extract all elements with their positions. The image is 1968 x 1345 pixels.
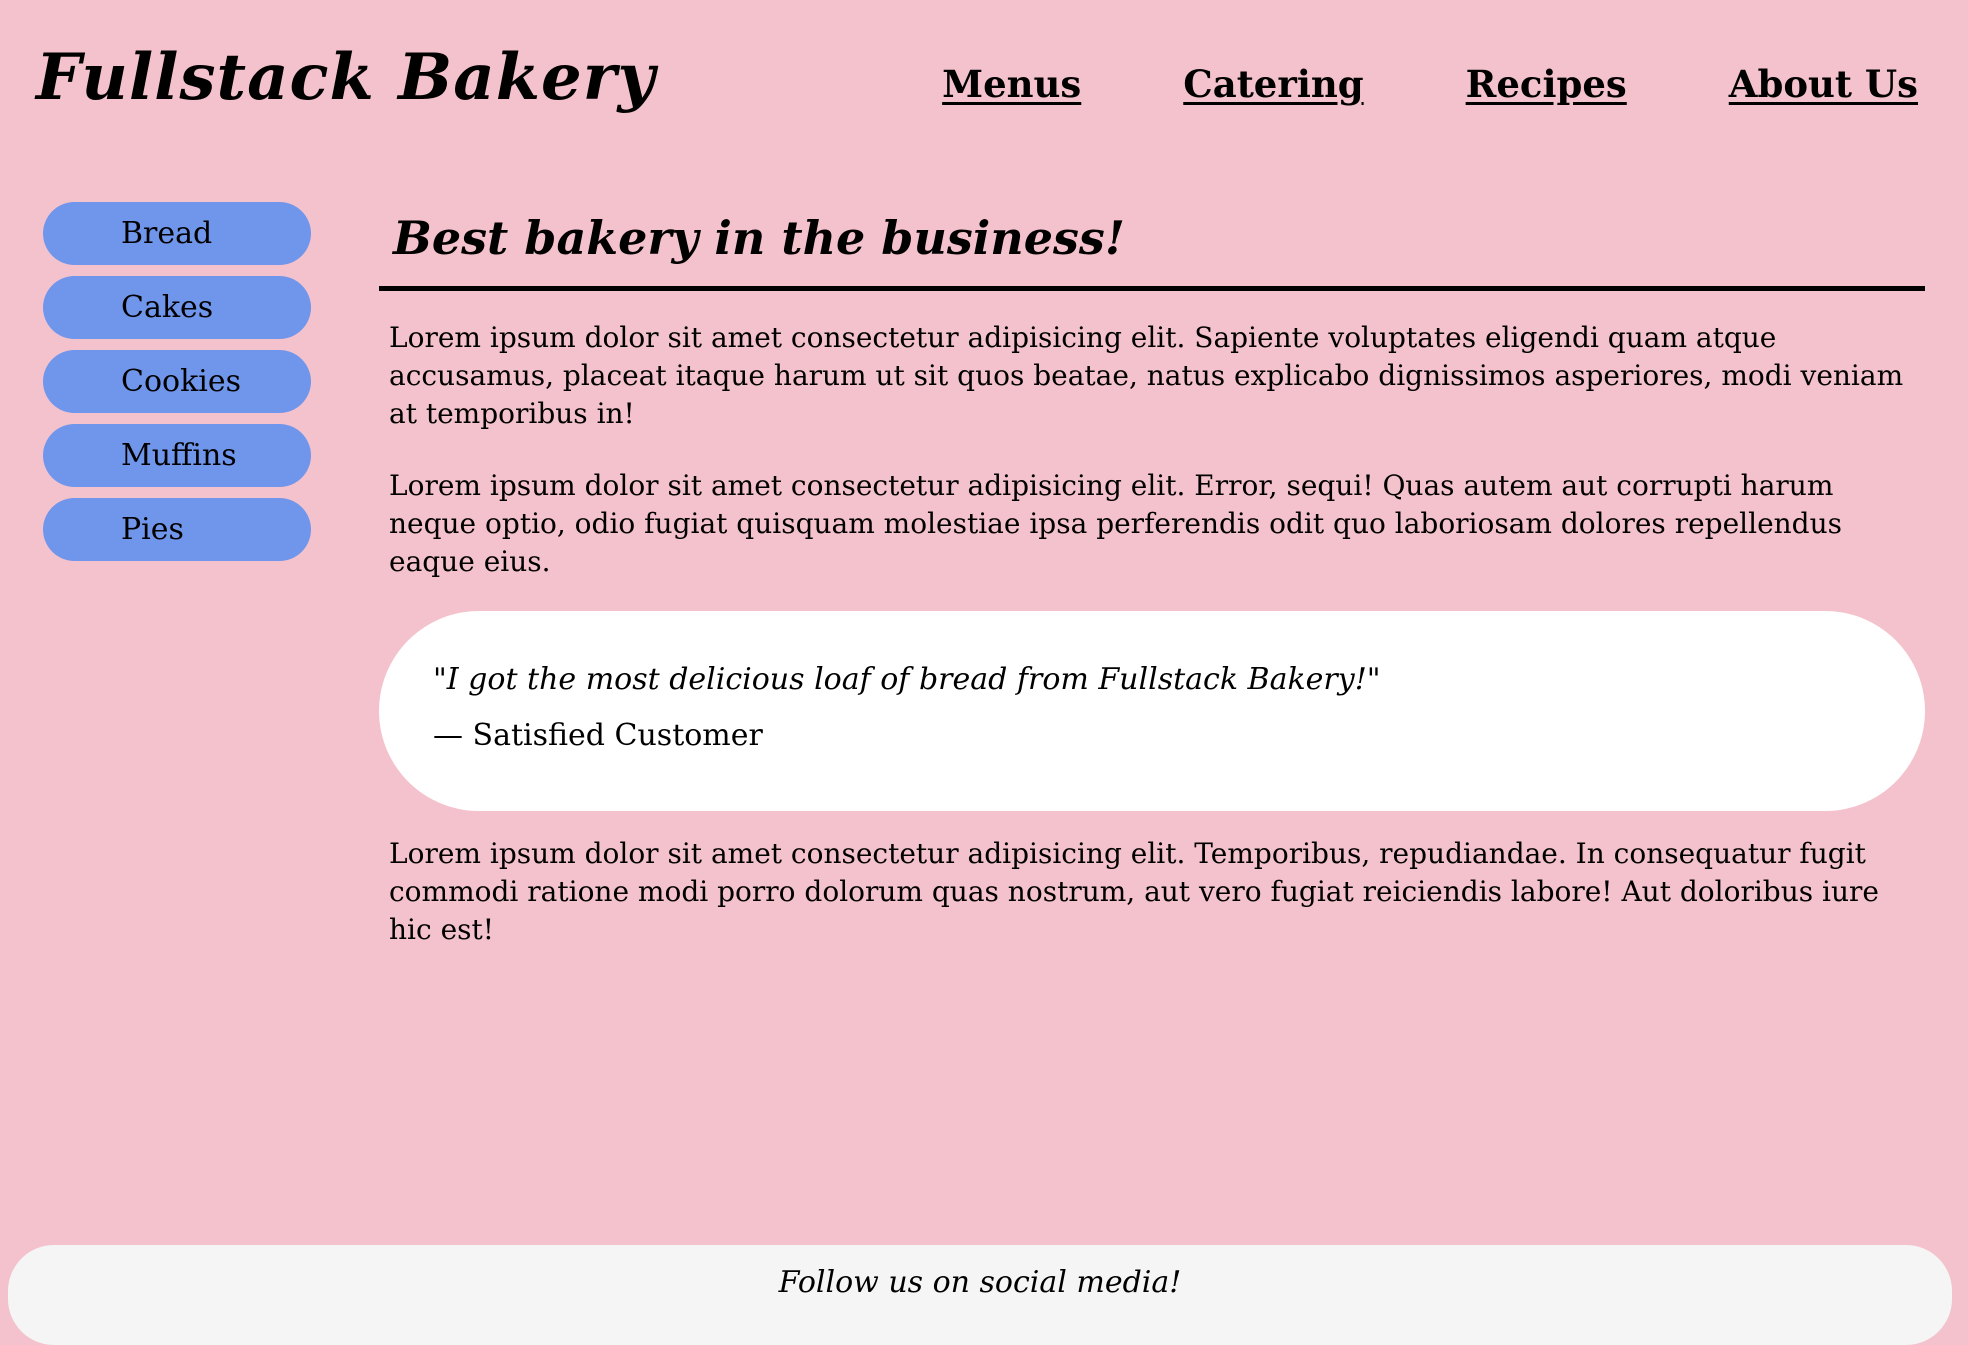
sidebar-button-bread[interactable]: Bread — [43, 202, 311, 265]
site-header: Fullstack Bakery Menus Catering Recipes … — [0, 0, 1968, 180]
sidebar: Bread Cakes Cookies Muffins Pies — [43, 202, 311, 572]
testimonial-quote: "I got the most delicious loaf of bread … — [433, 662, 1381, 697]
paragraph-1: Lorem ipsum dolor sit amet consectetur a… — [389, 321, 1904, 430]
sidebar-button-pies[interactable]: Pies — [43, 498, 311, 561]
footer-social-text: Follow us on social media! — [778, 1265, 1182, 1300]
sidebar-button-cookies[interactable]: Cookies — [43, 350, 311, 413]
nav-link-catering[interactable]: Catering — [1183, 62, 1363, 106]
nav-link-about-us[interactable]: About Us — [1729, 62, 1918, 106]
sidebar-button-cakes[interactable]: Cakes — [43, 276, 311, 339]
paragraph-3: Lorem ipsum dolor sit amet consectetur a… — [389, 837, 1879, 946]
site-footer: Follow us on social media! — [8, 1245, 1952, 1345]
page-heading: Best bakery in the business! — [379, 200, 1925, 291]
nav-link-recipes[interactable]: Recipes — [1466, 62, 1627, 106]
main-content: Best bakery in the business! Lorem ipsum… — [379, 200, 1925, 949]
sidebar-button-muffins[interactable]: Muffins — [43, 424, 311, 487]
paragraph-2: Lorem ipsum dolor sit amet consectetur a… — [389, 469, 1842, 578]
top-nav: Menus Catering Recipes About Us — [942, 62, 1918, 106]
testimonial-attribution: — Satisfied Customer — [433, 718, 763, 753]
testimonial-box: "I got the most delicious loaf of bread … — [379, 611, 1925, 811]
site-logo-title[interactable]: Fullstack Bakery — [36, 40, 656, 115]
nav-link-menus[interactable]: Menus — [942, 62, 1081, 106]
